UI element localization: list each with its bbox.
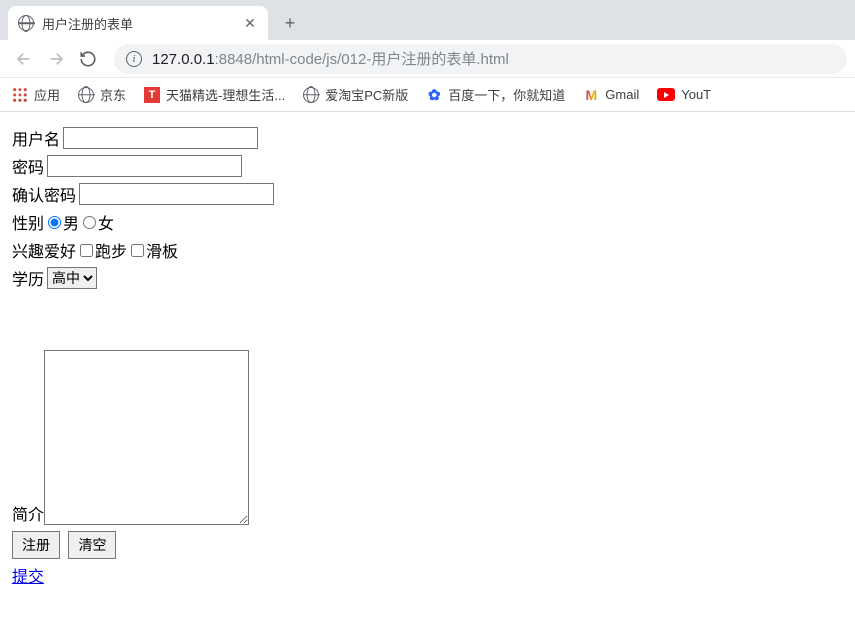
bookmark-youtube[interactable]: YouT [657,87,711,102]
bookmark-baidu[interactable]: ✿ 百度一下，你就知道 [426,85,565,104]
baidu-paw-icon: ✿ [426,87,442,103]
gender-female-text: 女 [98,210,114,234]
address-bar[interactable]: i 127.0.0.1:8848/html-code/js/012-用户注册的表… [114,44,847,74]
globe-icon [18,15,34,31]
row-password: 密码 [12,154,843,178]
gender-male-text: 男 [63,210,79,234]
row-buttons: 注册 清空 [12,531,843,559]
password-label: 密码 [12,154,44,178]
bookmarks-bar: 应用 京东 T 天猫精选-理想生活... 爱淘宝PC新版 ✿ 百度一下，你就知道… [0,78,855,112]
hobby-label: 兴趣爱好 [12,238,76,262]
browser-tab-active[interactable]: 用户注册的表单 ✕ [8,6,268,40]
hobby-run-checkbox[interactable] [80,244,93,257]
bookmark-jd[interactable]: 京东 [78,85,126,104]
intro-label: 简介 [12,501,44,525]
hobby-run-text: 跑步 [95,238,127,262]
globe-icon [78,87,94,103]
password-input[interactable] [47,155,242,177]
url-text: 127.0.0.1:8848/html-code/js/012-用户注册的表单.… [152,48,509,69]
username-input[interactable] [63,127,258,149]
bookmark-label: 百度一下，你就知道 [448,85,565,104]
new-tab-button[interactable]: + [276,9,304,37]
username-label: 用户名 [12,126,60,150]
row-username: 用户名 [12,126,843,150]
register-button[interactable]: 注册 [12,531,60,559]
bookmark-aitaobao[interactable]: 爱淘宝PC新版 [303,85,408,104]
browser-toolbar: i 127.0.0.1:8848/html-code/js/012-用户注册的表… [0,40,855,78]
tmall-icon: T [144,87,160,103]
site-info-icon[interactable]: i [126,51,142,67]
browser-tab-bar: 用户注册的表单 ✕ + [0,0,855,40]
row-education: 学历 高中 [12,266,843,290]
reload-button[interactable] [72,43,104,75]
bookmark-label: 应用 [34,85,60,104]
confirm-label: 确认密码 [12,182,76,206]
bookmark-gmail[interactable]: M Gmail [583,87,639,103]
reset-button[interactable]: 清空 [68,531,116,559]
confirm-password-input[interactable] [79,183,274,205]
close-tab-icon[interactable]: ✕ [242,15,258,31]
row-intro: 简介 [12,350,843,525]
bookmark-label: 爱淘宝PC新版 [325,85,408,104]
submit-link[interactable]: 提交 [12,563,44,587]
education-label: 学历 [12,266,44,290]
youtube-icon [657,88,675,101]
intro-textarea[interactable] [44,350,249,525]
bookmark-label: Gmail [605,87,639,102]
gender-male-radio[interactable] [48,216,61,229]
back-button[interactable] [8,43,40,75]
bookmark-label: YouT [681,87,711,102]
tab-title: 用户注册的表单 [42,14,242,33]
bookmark-tmall[interactable]: T 天猫精选-理想生活... [144,85,285,104]
bookmark-label: 京东 [100,85,126,104]
hobby-skate-text: 滑板 [146,238,178,262]
gender-label: 性别 [12,210,44,234]
page-content: 用户名 密码 确认密码 性别 男 女 兴趣爱好 跑步 滑板 学历 高中 简介 注… [0,112,855,601]
row-gender: 性别 男 女 [12,210,843,234]
globe-icon [303,87,319,103]
education-select[interactable]: 高中 [47,267,97,289]
forward-button[interactable] [40,43,72,75]
row-confirm: 确认密码 [12,182,843,206]
gmail-icon: M [583,87,599,103]
bookmark-label: 天猫精选-理想生活... [166,85,285,104]
bookmark-apps[interactable]: 应用 [12,85,60,104]
hobby-skate-checkbox[interactable] [131,244,144,257]
row-hobby: 兴趣爱好 跑步 滑板 [12,238,843,262]
apps-grid-icon [12,87,28,103]
gender-female-radio[interactable] [83,216,96,229]
